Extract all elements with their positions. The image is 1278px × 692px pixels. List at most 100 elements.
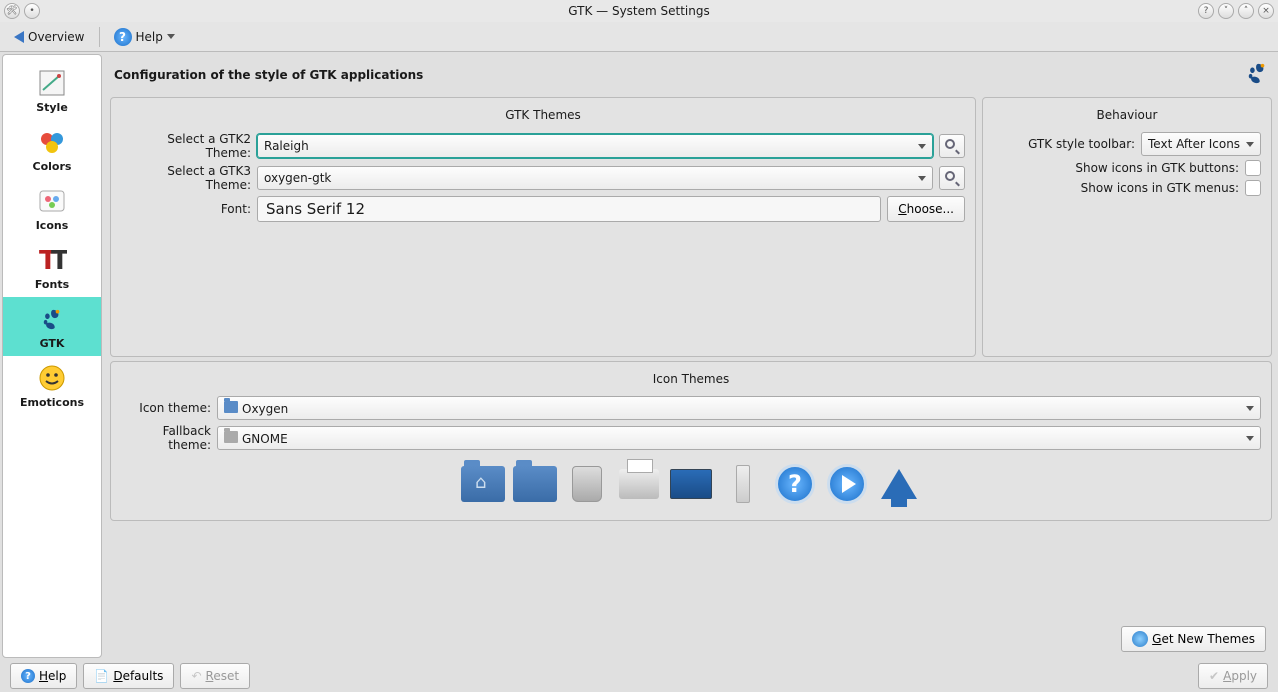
sidebar-item-label: GTK bbox=[40, 337, 65, 350]
magnify-icon bbox=[945, 171, 959, 185]
chevron-down-icon bbox=[918, 176, 926, 181]
whatsthis-button[interactable]: ? bbox=[1198, 3, 1214, 19]
help-label: Help bbox=[136, 30, 163, 44]
chevron-down-icon bbox=[1246, 406, 1254, 411]
help-menu-button[interactable]: ? Help bbox=[108, 26, 181, 48]
globe-icon bbox=[1132, 631, 1148, 647]
gnome-logo-icon bbox=[1246, 62, 1268, 87]
dialog-button-bar: ? Help 📄 Defaults ↶ Reset ✔ Apply bbox=[0, 660, 1278, 692]
buttons-icons-checkbox[interactable] bbox=[1245, 160, 1261, 176]
pin-button[interactable]: • bbox=[24, 3, 40, 19]
behaviour-title: Behaviour bbox=[993, 104, 1261, 128]
category-sidebar: Style Colors Icons TT Fonts GTK bbox=[2, 54, 102, 658]
font-label: Font: bbox=[121, 202, 251, 216]
sidebar-item-icons[interactable]: Icons bbox=[3, 179, 101, 238]
sidebar-item-gtk[interactable]: GTK bbox=[3, 297, 101, 356]
menus-icons-checkbox[interactable] bbox=[1245, 180, 1261, 196]
separator bbox=[99, 27, 100, 47]
gtk2-theme-value: Raleigh bbox=[264, 139, 309, 153]
fonts-icon: TT bbox=[36, 244, 68, 276]
sidebar-item-label: Colors bbox=[33, 160, 72, 173]
chevron-down-icon bbox=[918, 144, 926, 149]
play-icon bbox=[824, 462, 870, 506]
drive-icon bbox=[720, 462, 766, 506]
chevron-down-icon bbox=[167, 34, 175, 39]
gtk3-theme-combo[interactable]: oxygen-gtk bbox=[257, 166, 933, 190]
fallback-theme-combo[interactable]: GNOME bbox=[217, 426, 1261, 450]
buttons-icons-label: Show icons in GTK buttons: bbox=[993, 161, 1239, 175]
get-new-themes-label: Get New Themes bbox=[1152, 632, 1255, 646]
choose-label: Choose... bbox=[898, 202, 954, 216]
sidebar-item-label: Style bbox=[36, 101, 68, 114]
magnify-icon bbox=[945, 139, 959, 153]
get-new-themes-button[interactable]: Get New Themes bbox=[1121, 626, 1266, 652]
style-icon bbox=[36, 67, 68, 99]
choose-font-button[interactable]: Choose... bbox=[887, 196, 965, 222]
fallback-theme-value: GNOME bbox=[224, 431, 288, 446]
close-button[interactable]: × bbox=[1258, 3, 1274, 19]
help-button-label: Help bbox=[39, 669, 66, 683]
sidebar-item-colors[interactable]: Colors bbox=[3, 120, 101, 179]
icons-icon bbox=[36, 185, 68, 217]
trash-icon bbox=[564, 462, 610, 506]
gtk2-theme-combo[interactable]: Raleigh bbox=[257, 134, 933, 158]
toolbar-style-combo[interactable]: Text After Icons bbox=[1141, 132, 1261, 156]
apply-button-label: Apply bbox=[1223, 669, 1257, 683]
main-toolbar: Overview ? Help bbox=[0, 22, 1278, 52]
document-icon: 📄 bbox=[94, 669, 109, 683]
help-button[interactable]: ? Help bbox=[10, 663, 77, 689]
gtk2-theme-label: Select a GTK2 Theme: bbox=[121, 132, 251, 160]
content-area: Configuration of the style of GTK applic… bbox=[104, 52, 1278, 660]
sidebar-item-fonts[interactable]: TT Fonts bbox=[3, 238, 101, 297]
sidebar-item-emoticons[interactable]: Emoticons bbox=[3, 356, 101, 415]
up-arrow-icon bbox=[876, 462, 922, 506]
gtk-icon bbox=[36, 303, 68, 335]
help-circle-icon: ? bbox=[772, 462, 818, 506]
sidebar-item-label: Emoticons bbox=[20, 396, 84, 409]
icon-theme-label: Icon theme: bbox=[121, 401, 211, 415]
check-icon: ✔ bbox=[1209, 669, 1219, 683]
gtk-themes-title: GTK Themes bbox=[121, 104, 965, 128]
gtk2-preview-button[interactable] bbox=[939, 134, 965, 158]
maximize-button[interactable]: ˄ bbox=[1238, 3, 1254, 19]
home-folder-icon bbox=[460, 462, 506, 506]
menus-icons-label: Show icons in GTK menus: bbox=[993, 181, 1239, 195]
reset-button[interactable]: ↶ Reset bbox=[180, 663, 250, 689]
titlebar: 🛠 • GTK — System Settings ? ˅ ˄ × bbox=[0, 0, 1278, 22]
toolbar-style-label: GTK style toolbar: bbox=[993, 137, 1135, 151]
sidebar-item-label: Fonts bbox=[35, 278, 69, 291]
undo-icon: ↶ bbox=[191, 669, 201, 683]
gtk3-preview-button[interactable] bbox=[939, 166, 965, 190]
chevron-down-icon bbox=[1246, 436, 1254, 441]
svg-text:T: T bbox=[51, 246, 67, 275]
icon-theme-combo[interactable]: Oxygen bbox=[217, 396, 1261, 420]
overview-label: Overview bbox=[28, 30, 85, 44]
minimize-button[interactable]: ˅ bbox=[1218, 3, 1234, 19]
page-title: Configuration of the style of GTK applic… bbox=[114, 68, 423, 82]
toolbar-style-value: Text After Icons bbox=[1148, 137, 1240, 151]
fallback-theme-label: Fallback theme: bbox=[121, 424, 211, 452]
behaviour-group: Behaviour GTK style toolbar: Text After … bbox=[982, 97, 1272, 357]
help-icon: ? bbox=[114, 28, 132, 46]
sidebar-item-style[interactable]: Style bbox=[3, 61, 101, 120]
help-icon: ? bbox=[21, 669, 35, 683]
icon-theme-value: Oxygen bbox=[224, 401, 288, 416]
overview-button[interactable]: Overview bbox=[8, 28, 91, 46]
defaults-button[interactable]: 📄 Defaults bbox=[83, 663, 174, 689]
icon-themes-group: Icon Themes Icon theme: Oxygen Fallback … bbox=[110, 361, 1272, 521]
gtk-themes-group: GTK Themes Select a GTK2 Theme: Raleigh … bbox=[110, 97, 976, 357]
font-display[interactable]: Sans Serif 12 bbox=[257, 196, 881, 222]
emoticons-icon bbox=[36, 362, 68, 394]
folder-icon bbox=[512, 462, 558, 506]
colors-icon bbox=[36, 126, 68, 158]
window-title: GTK — System Settings bbox=[568, 4, 709, 18]
back-arrow-icon bbox=[14, 31, 24, 43]
sidebar-item-label: Icons bbox=[36, 219, 69, 232]
defaults-button-label: Defaults bbox=[113, 669, 163, 683]
icon-themes-title: Icon Themes bbox=[121, 368, 1261, 392]
gtk3-theme-label: Select a GTK3 Theme: bbox=[121, 164, 251, 192]
apply-button[interactable]: ✔ Apply bbox=[1198, 663, 1268, 689]
desktop-icon bbox=[668, 462, 714, 506]
printer-icon bbox=[616, 462, 662, 506]
app-icon: 🛠 bbox=[4, 3, 20, 19]
